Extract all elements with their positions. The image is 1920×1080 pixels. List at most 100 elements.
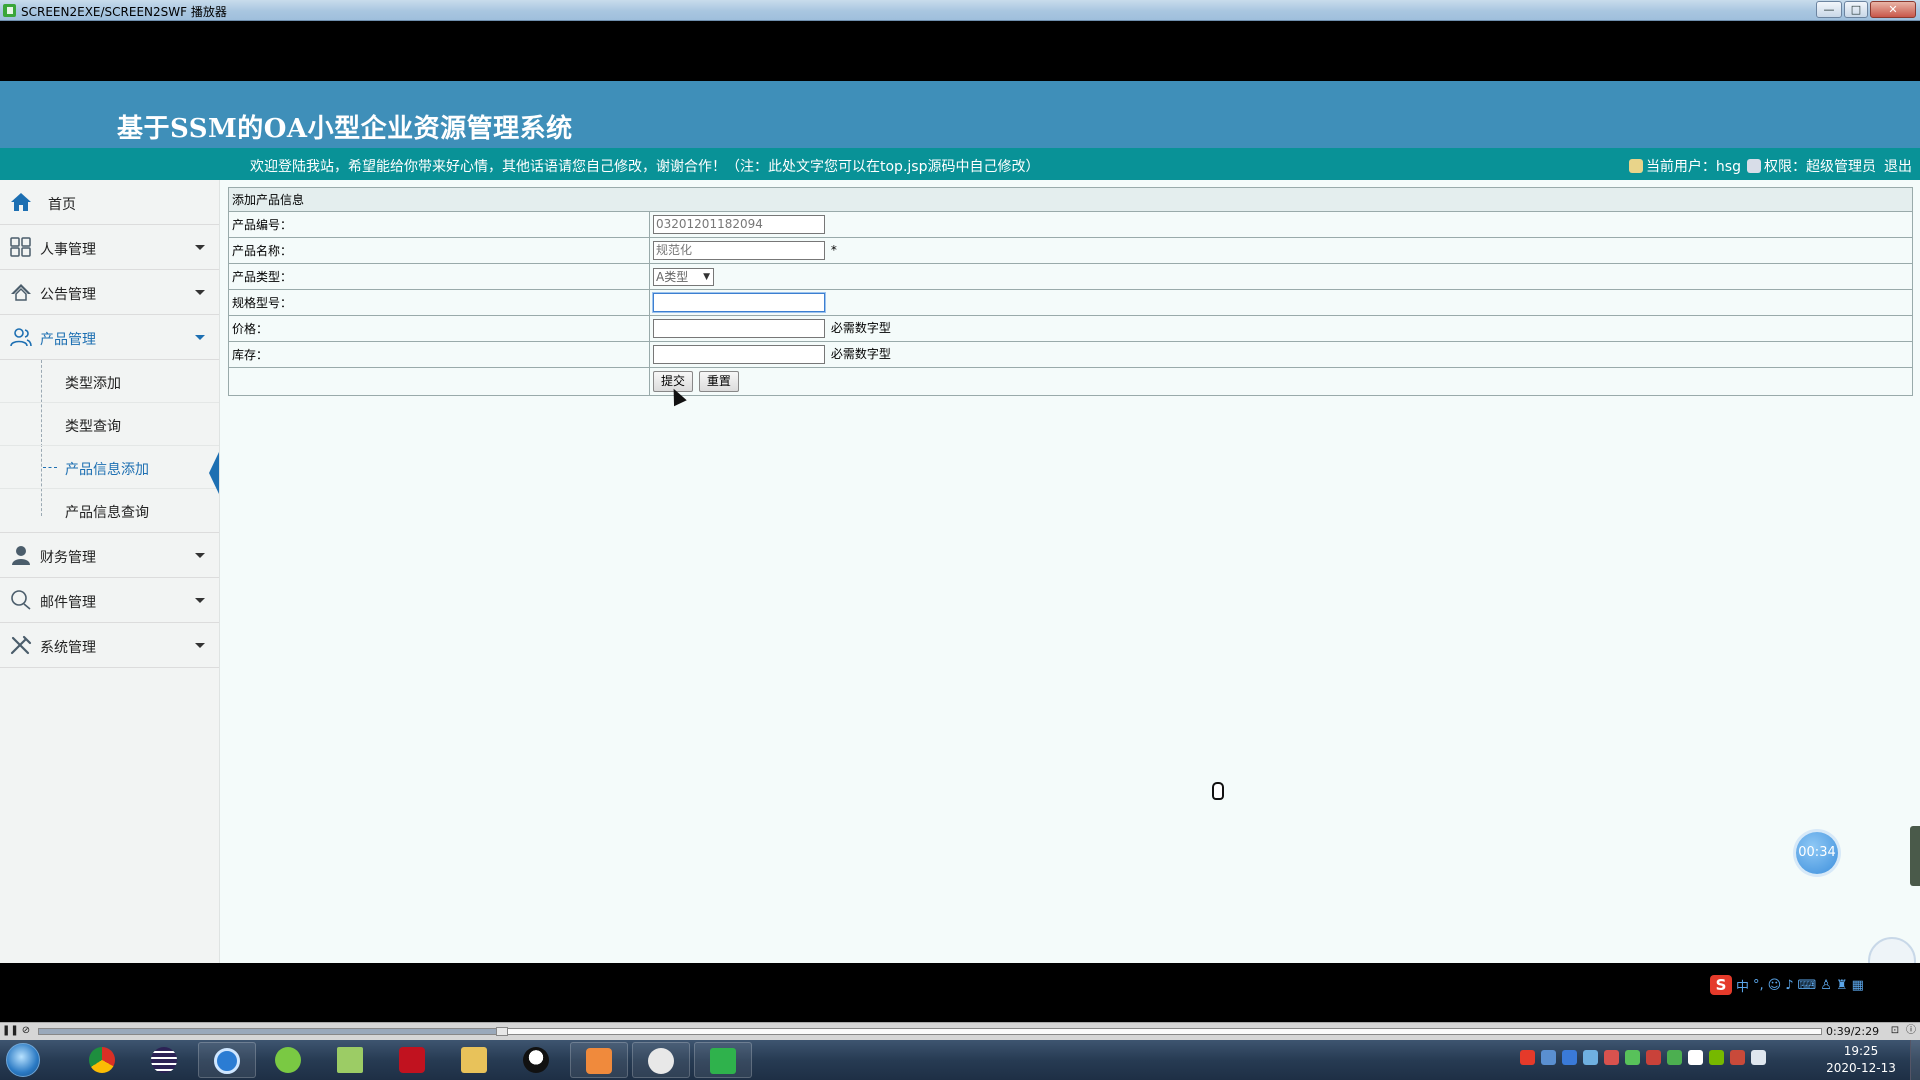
taskbar-qq[interactable] [508,1042,566,1078]
window-titlebar: SCREEN2EXE/SCREEN2SWF 播放器 — □ ✕ [0,0,1920,21]
product-type-select[interactable]: A类型 ▼ [653,267,714,286]
maximize-button[interactable]: □ [1844,1,1868,18]
stop-icon[interactable]: ⊘ [19,1024,33,1038]
window-title: SCREEN2EXE/SCREEN2SWF 播放器 [21,5,227,19]
taskbar-chrome[interactable] [74,1042,132,1078]
product-name-input[interactable]: 规范化 [653,241,825,260]
sogou-tray-icon[interactable] [1520,1050,1535,1065]
taskbar-notepad[interactable] [322,1042,380,1078]
close-button[interactable]: ✕ [1870,1,1916,18]
fullscreen-icon[interactable]: ⊡ [1888,1024,1902,1038]
toolbox-icon[interactable]: ▦ [1852,978,1864,993]
user-icon[interactable]: ♙ [1820,978,1832,993]
seek-progress [39,1029,503,1034]
main-content: 添加产品信息 产品编号： 03201201182094 产品名称： 规范化 * … [220,180,1920,963]
product-form: 添加产品信息 产品编号： 03201201182094 产品名称： 规范化 * … [228,187,1913,396]
house-icon [10,282,32,302]
seek-bar[interactable] [38,1027,1822,1036]
wechat-icon [648,1048,674,1074]
player-icon [710,1048,736,1074]
flash-icon [399,1047,425,1073]
display-tray-icon[interactable] [1751,1050,1766,1065]
network-tray-icon[interactable] [1541,1050,1556,1065]
info-icon[interactable]: ⓘ [1904,1024,1918,1038]
nvidia-tray-icon[interactable] [1709,1050,1724,1065]
punctuation-icon[interactable]: °, [1753,978,1764,993]
name-label: 产品名称： [228,237,650,264]
sidebar-item-home[interactable]: 首页 [0,180,219,225]
sidebar-item-finance[interactable]: 财务管理 [0,533,219,578]
taskbar-green-app[interactable] [260,1042,318,1078]
wechat-tray-icon[interactable] [1625,1050,1640,1065]
sidebar-item-notice[interactable]: 公告管理 [0,270,219,315]
notepad-icon [337,1047,363,1073]
cube-icon[interactable] [1583,1050,1598,1065]
shield-icon[interactable] [1562,1050,1577,1065]
minimize-button[interactable]: — [1816,1,1842,18]
taskbar-explorer[interactable] [446,1042,504,1078]
type-label: 产品类型： [228,263,650,290]
sidebar-subitem-type-add[interactable]: 类型添加 [0,360,219,403]
gear-icon[interactable] [1604,1050,1619,1065]
stock-input[interactable] [653,345,825,364]
microphone-icon[interactable]: ♪ [1785,978,1793,993]
info-bar: 欢迎登陆我站，希望能给你带来好心情，其他话语请您自己修改，谢谢合作！（注：此处文… [0,148,1920,180]
sidebar-item-system[interactable]: 系统管理 [0,623,219,668]
form-caption: 添加产品信息 [228,187,1913,212]
price-input[interactable] [653,319,825,338]
pause-icon[interactable]: ❚❚ [2,1024,19,1038]
taskbar-screen-player[interactable] [694,1042,752,1078]
sidebar-subitem-product-add[interactable]: 产品信息添加 [0,446,219,494]
stock-hint: 必需数字型 [830,347,891,361]
actions-spacer [228,367,650,396]
folder-icon [461,1047,487,1073]
role-icon [1747,159,1761,173]
chrome-icon [89,1047,115,1073]
taskbar-browser[interactable] [198,1042,256,1078]
timer-bubble[interactable]: 00:34 [1796,832,1838,874]
sogou-ime-icon[interactable]: S [1710,975,1732,995]
spec-model-input[interactable] [653,293,825,312]
sidebar-subitem-type-query[interactable]: 类型查询 [0,403,219,446]
sidebar-item-label: 公告管理 [40,287,96,303]
ime-language[interactable]: 中 [1736,976,1749,995]
product-code-input[interactable]: 03201201182094 [653,215,825,234]
sidebar-item-label: 邮件管理 [40,595,96,611]
user-icon [1628,159,1643,173]
logout-link[interactable]: 退出 [1884,156,1912,176]
code-label: 产品编号： [228,211,650,238]
browser-icon [214,1048,240,1074]
site-header: 基于SSM的OA小型企业资源管理系统 [0,81,1920,148]
sidebar-item-mail[interactable]: 邮件管理 [0,578,219,623]
side-tab-handle[interactable] [1910,826,1920,886]
qq-tray-icon[interactable] [1688,1050,1703,1065]
price-label: 价格： [228,315,650,342]
chevron-down-icon [195,643,205,648]
sidebar-item-label: 首页 [48,197,76,213]
start-button[interactable] [6,1043,40,1077]
taskbar-clock[interactable]: 19:25 2020-12-13 [1816,1043,1906,1077]
volume-tray-icon[interactable] [1730,1050,1745,1065]
emoji-icon[interactable]: ☺ [1768,978,1782,993]
seek-thumb[interactable] [496,1027,509,1036]
taskbar-flash[interactable] [384,1042,442,1078]
reset-button[interactable]: 重置 [698,371,739,392]
sidebar-subitem-product-query[interactable]: 产品信息查询 [0,489,219,532]
sidebar-subitem-label: 产品信息查询 [65,505,149,521]
download-tray-icon[interactable] [1667,1050,1682,1065]
sidebar-item-hr[interactable]: 人事管理 [0,225,219,270]
playback-time: 0:39/2:29 [1826,1025,1880,1038]
sidebar: 首页 人事管理 公告管理 产品管理 类型添加 类型查询 产品信息添加 产品信息查… [0,180,220,963]
sidebar-item-label: 系统管理 [40,640,96,656]
taskbar-eclipse[interactable] [136,1042,194,1078]
taskbar-audio[interactable] [570,1042,628,1078]
taskbar-wechat[interactable] [632,1042,690,1078]
user-info: 当前用户：hsg 权限：超级管理员 退出 [1628,156,1912,176]
user-role: 权限：超级管理员 [1764,159,1876,175]
show-desktop-button[interactable] [1910,1040,1920,1080]
arrow-tray-icon[interactable] [1646,1050,1661,1065]
skin-icon[interactable]: ♜ [1836,978,1848,993]
keyboard-icon[interactable]: ⌨ [1798,978,1817,993]
product-type-value: A类型 [656,269,689,284]
sidebar-item-product[interactable]: 产品管理 [0,315,219,360]
